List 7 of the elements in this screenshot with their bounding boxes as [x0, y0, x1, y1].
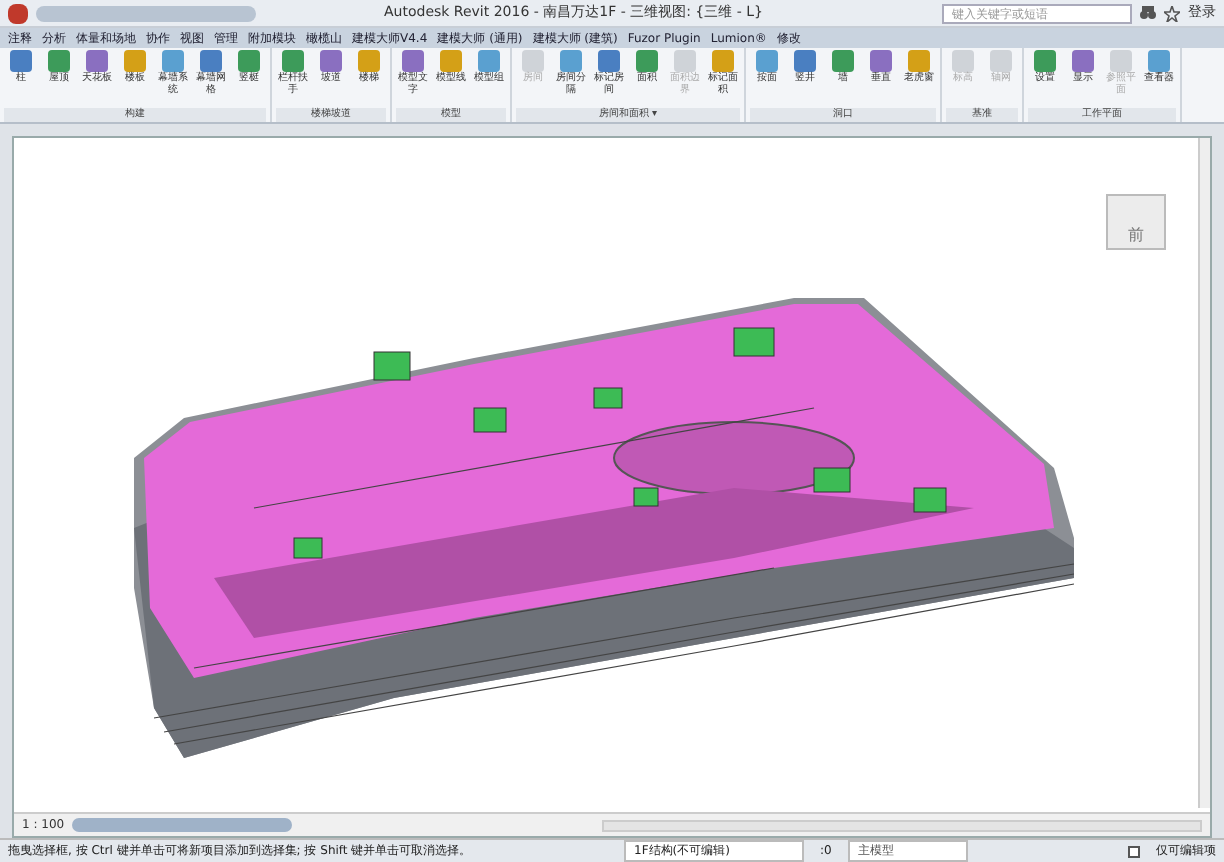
app-menu-icon[interactable] [8, 3, 28, 23]
binoculars-icon[interactable] [1140, 6, 1156, 20]
view-cube[interactable]: 前 [1106, 194, 1166, 250]
star-icon[interactable] [1164, 5, 1180, 21]
vertical-scrollbar[interactable] [1198, 138, 1210, 808]
editable-only-checkbox[interactable] [1128, 845, 1140, 857]
horizontal-scrollbar[interactable] [602, 819, 1202, 831]
